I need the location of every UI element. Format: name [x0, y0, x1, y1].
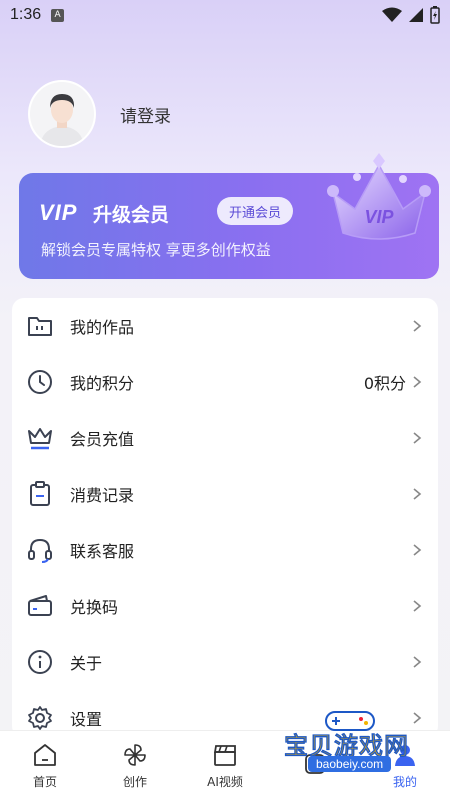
- status-bar: 1:36 A: [0, 0, 450, 30]
- menu-label: 关于: [70, 654, 103, 673]
- menu-item-redeem-code[interactable]: 兑换码: [12, 578, 438, 634]
- headset-icon: [26, 536, 54, 564]
- menu-label: 联系客服: [70, 542, 135, 561]
- clapperboard-icon: [211, 741, 239, 769]
- folder-icon: [26, 312, 54, 340]
- points-value: 0积分: [363, 374, 406, 393]
- chevron-right-icon: [413, 432, 422, 444]
- gear-icon: [26, 704, 54, 732]
- wifi-icon: [382, 7, 402, 22]
- avatar[interactable]: [28, 80, 96, 148]
- menu-item-my-points[interactable]: 我的积分 0积分: [12, 354, 438, 410]
- menu-label: 我的作品: [70, 318, 135, 337]
- default-avatar-icon: [30, 82, 94, 146]
- battery-icon: [430, 6, 440, 24]
- menu-label: 消费记录: [70, 486, 135, 505]
- wallet-icon: [26, 592, 54, 620]
- open-membership-button[interactable]: 开通会员: [217, 197, 294, 225]
- crown-vip-text: VIP: [364, 207, 394, 227]
- tab-home[interactable]: 首页: [0, 731, 90, 800]
- login-link[interactable]: 请登录: [120, 102, 171, 127]
- clipboard-icon: [26, 480, 54, 508]
- vip-crown-icon: VIP: [327, 153, 431, 240]
- profile-header[interactable]: 请登录: [28, 80, 171, 148]
- menu-label: 会员充值: [70, 430, 135, 449]
- vip-subtitle: 解锁会员专属特权 享更多创作权益: [41, 241, 271, 259]
- pinwheel-icon: [121, 741, 149, 769]
- vip-title: 升级会员: [93, 204, 170, 226]
- menu-label: 兑换码: [70, 598, 119, 617]
- chevron-right-icon: [413, 488, 422, 500]
- vip-logo: VIP: [39, 200, 78, 225]
- status-icons: [382, 6, 440, 24]
- chevron-right-icon: [413, 656, 422, 668]
- menu-item-my-works[interactable]: 我的作品: [12, 298, 438, 354]
- menu-label: 我的积分: [70, 374, 135, 393]
- menu-item-membership-recharge[interactable]: 会员充值: [12, 410, 438, 466]
- chevron-right-icon: [413, 600, 422, 612]
- crown-icon: [26, 424, 54, 452]
- signal-icon: [409, 8, 423, 22]
- home-icon: [31, 741, 59, 769]
- watermark-url: baobeiy.com: [308, 756, 392, 772]
- tab-label: 创作: [122, 775, 147, 789]
- info-icon: [26, 648, 54, 676]
- chevron-right-icon: [413, 320, 422, 332]
- watermark: 宝贝游戏网 baobeiy.com: [284, 708, 434, 786]
- status-time: 1:36: [10, 6, 42, 23]
- menu-list: 我的作品 我的积分 0积分 会员充值 消费记录 联系客服 兑换码 关于 设置: [12, 298, 438, 738]
- clock-icon: [26, 368, 54, 396]
- tab-ai-video[interactable]: AI视频: [180, 731, 270, 800]
- menu-item-customer-service[interactable]: 联系客服: [12, 522, 438, 578]
- tab-label: AI视频: [207, 775, 243, 789]
- menu-item-about[interactable]: 关于: [12, 634, 438, 690]
- chevron-right-icon: [413, 544, 422, 556]
- tab-create[interactable]: 创作: [90, 731, 180, 800]
- notification-a-icon: A: [51, 8, 65, 22]
- menu-item-consumption-records[interactable]: 消费记录: [12, 466, 438, 522]
- vip-banner[interactable]: VIP 升级会员 开通会员 解锁会员专属特权 享更多创作权益 VIP: [19, 153, 439, 279]
- tab-label: 首页: [32, 775, 57, 789]
- chevron-right-icon: [413, 376, 422, 388]
